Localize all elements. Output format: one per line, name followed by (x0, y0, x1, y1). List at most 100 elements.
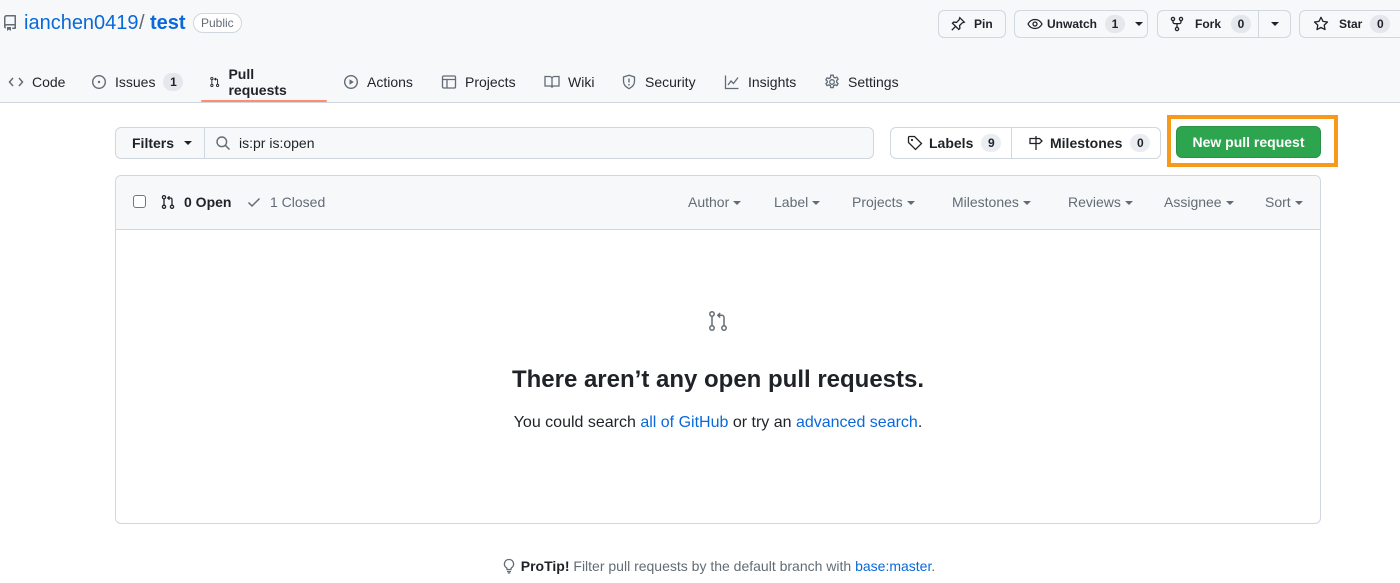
blankslate-heading: There aren’t any open pull requests. (511, 366, 925, 393)
advanced-search-link[interactable]: advanced search (796, 414, 918, 431)
repo-owner-link[interactable]: ianchen0419 (24, 10, 139, 36)
fork-label: Fork (1195, 17, 1222, 31)
sort-filter[interactable]: Sort (1265, 194, 1303, 210)
sort-filter-label: Sort (1265, 194, 1291, 210)
repo-header: ianchen0419 / test Public Pin Unwatch 1 … (0, 0, 1400, 103)
star-button[interactable]: Star 0 (1299, 10, 1400, 38)
star-label: Star (1339, 17, 1363, 31)
visibility-badge: Public (193, 13, 242, 33)
search-input[interactable] (239, 135, 839, 151)
label-filter[interactable]: Label (774, 194, 821, 210)
tab-security[interactable]: Security (621, 60, 696, 103)
play-icon (343, 74, 359, 89)
milestones-filter-label: Milestones (952, 194, 1019, 210)
chevron-down-icon (1270, 22, 1279, 26)
star-icon (1313, 16, 1329, 31)
milestone-icon (1029, 136, 1043, 150)
search-all-github-link[interactable]: all of GitHub (640, 414, 728, 431)
graph-icon (724, 75, 739, 89)
labels-button[interactable]: Labels 9 (890, 127, 1012, 159)
tab-code-label: Code (32, 73, 66, 90)
gear-icon (825, 74, 839, 88)
tab-projects-label: Projects (465, 73, 516, 90)
label-filter-label: Label (774, 194, 809, 210)
search-icon (216, 136, 231, 151)
code-icon (8, 77, 24, 86)
pin-icon (951, 16, 966, 31)
filters-dropdown[interactable]: Filters (115, 127, 205, 159)
chevron-down-icon (1022, 201, 1031, 205)
tag-icon (907, 135, 923, 151)
base-master-link[interactable]: base:master (855, 558, 931, 574)
projects-filter[interactable]: Projects (852, 194, 915, 210)
tab-issues-label: Issues (115, 73, 156, 90)
chevron-down-icon (733, 201, 742, 205)
chevron-down-icon (1225, 201, 1234, 205)
tab-code[interactable]: Code (8, 60, 65, 103)
path-separator: / (139, 12, 145, 34)
tab-actions-label: Actions (367, 73, 413, 90)
git-pull-request-icon (709, 311, 727, 331)
tab-pull-requests-label: Pull requests (228, 65, 287, 98)
list-header: 0 Open 1 Closed Author Label Projects Mi… (116, 176, 1320, 230)
blankslate-description: You could search all of GitHub or try an… (116, 414, 1320, 432)
tab-wiki[interactable]: Wiki (544, 60, 594, 103)
labels-label: Labels (929, 135, 974, 151)
fork-icon (1170, 16, 1184, 32)
tab-wiki-label: Wiki (568, 73, 595, 90)
protip: ProTip! Filter pull requests by the defa… (0, 558, 1400, 574)
milestones-button[interactable]: Milestones 0 (1011, 127, 1161, 159)
check-icon (247, 197, 261, 208)
eye-icon (1027, 18, 1043, 30)
reviews-filter[interactable]: Reviews (1068, 194, 1133, 210)
light-bulb-icon (503, 558, 514, 574)
filters-label: Filters (132, 135, 175, 151)
closed-filter-link[interactable]: 1 Closed (246, 194, 325, 210)
tab-pull-requests[interactable]: Pull requests (209, 60, 291, 103)
blankslate-text-suffix: . (917, 414, 923, 431)
select-all-checkbox[interactable] (133, 195, 146, 208)
open-filter-link[interactable]: 0 Open (160, 194, 231, 210)
chevron-down-icon (184, 141, 193, 145)
blankslate-text-middle: or try an (728, 414, 796, 431)
protip-suffix: . (931, 558, 936, 574)
tab-issues[interactable]: Issues 1 (91, 60, 184, 103)
shield-icon (622, 74, 636, 89)
open-count-label: 0 Open (184, 194, 232, 210)
fork-button[interactable]: Fork 0 (1157, 10, 1259, 38)
unwatch-button[interactable]: Unwatch 1 (1014, 10, 1148, 38)
issue-opened-icon (91, 74, 107, 89)
selected-tab-indicator (201, 100, 327, 102)
repo-name-link[interactable]: test (150, 10, 186, 36)
unwatch-label: Unwatch (1047, 17, 1098, 31)
author-filter[interactable]: Author (688, 194, 742, 210)
tab-actions[interactable]: Actions (343, 60, 413, 103)
milestones-count: 0 (1130, 134, 1151, 152)
milestones-filter[interactable]: Milestones (952, 194, 1031, 210)
fork-dropdown-button[interactable] (1258, 10, 1291, 38)
search-field[interactable] (204, 127, 874, 159)
assignee-filter[interactable]: Assignee (1164, 194, 1234, 210)
repo-icon (3, 15, 16, 31)
star-count: 0 (1370, 15, 1391, 33)
chevron-down-icon (812, 201, 821, 205)
author-filter-label: Author (688, 194, 730, 210)
reviews-filter-label: Reviews (1068, 194, 1121, 210)
pin-button[interactable]: Pin (938, 10, 1006, 38)
pin-label: Pin (974, 17, 993, 31)
new-pull-request-button[interactable]: New pull request (1176, 126, 1321, 158)
pull-request-list: 0 Open 1 Closed Author Label Projects Mi… (115, 175, 1321, 524)
protip-text: Filter pull requests by the default bran… (569, 558, 856, 574)
protip-label: ProTip! (520, 558, 570, 574)
chevron-down-icon (1135, 22, 1144, 26)
chevron-down-icon (1124, 201, 1133, 205)
tab-insights-label: Insights (748, 73, 797, 90)
chevron-down-icon (1294, 201, 1303, 205)
fork-count: 0 (1231, 15, 1252, 33)
tab-projects[interactable]: Projects (441, 60, 516, 103)
tab-insights[interactable]: Insights (724, 60, 796, 103)
closed-count-label: 1 Closed (270, 194, 326, 210)
git-pull-request-icon (210, 76, 220, 87)
tab-settings[interactable]: Settings (824, 60, 899, 103)
issues-count: 1 (163, 72, 184, 91)
